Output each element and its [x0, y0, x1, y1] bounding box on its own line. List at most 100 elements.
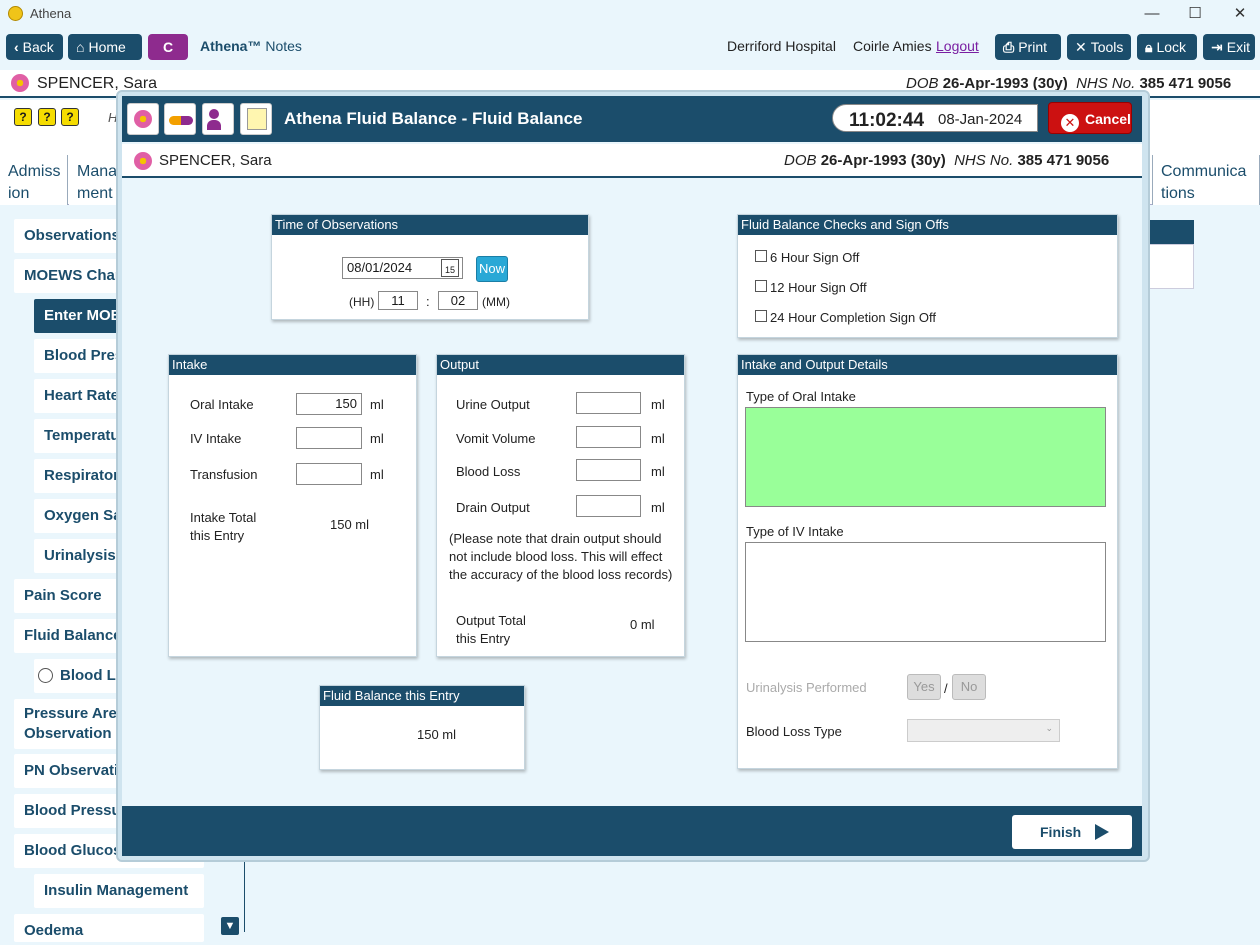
- twelve-hour-label: 12 Hour Sign Off: [770, 280, 867, 295]
- oral-intake-type-label: Type of Oral Intake: [746, 389, 856, 404]
- mm-label: (MM): [482, 295, 510, 309]
- six-hour-checkbox[interactable]: [755, 250, 767, 262]
- calendar-icon[interactable]: 15: [441, 259, 459, 277]
- panel-header: Intake and Output Details: [738, 355, 1117, 375]
- tab-admission[interactable]: Admiss ion: [0, 155, 68, 205]
- blood-loss-input[interactable]: [576, 459, 641, 481]
- blood-loss-type-select[interactable]: ⌄: [907, 719, 1060, 742]
- tools-label: Tools: [1090, 39, 1124, 55]
- oral-intake-label: Oral Intake: [190, 397, 254, 412]
- window-title: Athena: [30, 6, 72, 21]
- panel-header: Time of Observations: [272, 215, 588, 235]
- finish-button[interactable]: Finish: [1012, 815, 1132, 849]
- app-logo-icon: [8, 6, 23, 21]
- flower-icon[interactable]: [127, 103, 159, 135]
- transfusion-input[interactable]: [296, 463, 362, 485]
- drain-output-note: (Please note that drain output should no…: [449, 531, 673, 582]
- tools-icon: ✕: [1075, 39, 1087, 55]
- flower-icon: [134, 152, 152, 170]
- modal-patient-name: SPENCER, Sara: [159, 152, 272, 169]
- twenty-four-hour-label: 24 Hour Completion Sign Off: [770, 310, 936, 325]
- panel-header: Fluid Balance this Entry: [320, 686, 524, 706]
- printer-icon: ⎙: [1003, 39, 1015, 55]
- modal-title: Athena Fluid Balance - Fluid Balance: [284, 109, 583, 128]
- cancel-button[interactable]: ✕ Cancel: [1048, 102, 1132, 134]
- iv-intake-unit: ml: [370, 431, 384, 446]
- brand-sub: Notes: [265, 38, 302, 54]
- print-button[interactable]: ⎙ Print: [995, 34, 1061, 60]
- chevron-down-icon: ⌄: [1045, 723, 1053, 733]
- exit-icon: ⇥: [1211, 39, 1223, 55]
- minimize-button[interactable]: —: [1137, 4, 1167, 24]
- clock-date: 08-Jan-2024: [938, 111, 1023, 128]
- person-icon[interactable]: [202, 103, 234, 135]
- user-name: Coirle Amies: [853, 38, 932, 54]
- c-button[interactable]: C: [148, 34, 188, 60]
- lock-button[interactable]: 🔒︎ Lock: [1137, 34, 1197, 60]
- play-arrow-icon: [1095, 824, 1110, 840]
- brand-name: Athena™: [200, 38, 262, 54]
- sidebar-scroll-down-button[interactable]: ▼: [221, 917, 239, 935]
- output-total-label: Output Total this Entry: [456, 613, 526, 646]
- fluid-balance-value: 150 ml: [417, 727, 457, 742]
- home-button[interactable]: ⌂ Home: [68, 34, 142, 60]
- lock-icon: 🔒︎: [1145, 39, 1153, 55]
- background-divider: [244, 860, 245, 932]
- vomit-volume-unit: ml: [651, 431, 665, 446]
- logout-link[interactable]: Logout: [936, 38, 979, 54]
- output-total-value: 0 ml: [630, 617, 655, 632]
- iv-intake-type-textarea[interactable]: [745, 542, 1106, 642]
- back-button[interactable]: ‹ Back: [6, 34, 63, 60]
- urinalysis-yes-button[interactable]: Yes: [907, 674, 941, 700]
- drain-output-unit: ml: [651, 500, 665, 515]
- tools-button[interactable]: ✕ Tools: [1067, 34, 1131, 60]
- tab-communications[interactable]: Communica tions: [1152, 155, 1260, 205]
- help-icon[interactable]: ?: [38, 108, 56, 126]
- twenty-four-hour-checkbox[interactable]: [755, 310, 767, 322]
- iv-intake-label: IV Intake: [190, 431, 242, 446]
- oral-intake-input[interactable]: 150: [296, 393, 362, 415]
- urinalysis-performed-label: Urinalysis Performed: [746, 680, 867, 695]
- twelve-hour-checkbox[interactable]: [755, 280, 767, 292]
- nhs-value: 385 471 9056: [1139, 75, 1232, 92]
- iv-intake-input[interactable]: [296, 427, 362, 449]
- help-note-icon[interactable]: ?: [61, 108, 79, 126]
- hour-input[interactable]: 11: [378, 291, 418, 310]
- notes-icon[interactable]: [240, 103, 272, 135]
- hh-label: (HH): [349, 295, 375, 309]
- now-button[interactable]: Now: [476, 256, 508, 282]
- urine-output-input[interactable]: [576, 392, 641, 414]
- flower-icon: [11, 74, 29, 92]
- panel-header: Intake: [169, 355, 416, 375]
- urine-output-unit: ml: [651, 397, 665, 412]
- finish-label: Finish: [1040, 824, 1082, 840]
- modal-patient-dob: DOB 26-Apr-1993 (30y) NHS No. 385 471 90…: [784, 152, 1109, 169]
- blood-loss-label: Blood Loss: [456, 464, 521, 479]
- maximize-button[interactable]: ☐: [1180, 4, 1210, 24]
- urinalysis-no-button[interactable]: No: [952, 674, 986, 700]
- close-window-button[interactable]: ✕: [1225, 4, 1255, 24]
- six-hour-label: 6 Hour Sign Off: [770, 250, 860, 265]
- sidebar-item-insulin-management[interactable]: Insulin Management: [34, 874, 204, 908]
- blood-loss-type-label: Blood Loss Type: [746, 724, 842, 739]
- vomit-volume-input[interactable]: [576, 426, 641, 448]
- home-label: Home: [88, 39, 126, 55]
- oral-intake-type-textarea[interactable]: [745, 407, 1106, 507]
- intake-total-label: Intake Total this Entry: [190, 510, 257, 543]
- yes-no-separator: /: [944, 681, 948, 696]
- help-list-icon[interactable]: ?: [14, 108, 32, 126]
- medication-icon[interactable]: [164, 103, 196, 135]
- sidebar-item-oedema[interactable]: Oedema: [14, 914, 204, 942]
- oral-intake-unit: ml: [370, 397, 384, 412]
- iv-intake-type-label: Type of IV Intake: [746, 524, 844, 539]
- cancel-label: Cancel: [1085, 111, 1131, 127]
- minute-input[interactable]: 02: [438, 291, 478, 310]
- time-separator: :: [426, 294, 430, 309]
- app-brand: Athena™ Notes: [200, 38, 302, 54]
- window-title-bar: Athena: [0, 0, 1260, 28]
- chevron-left-icon: ‹: [14, 39, 19, 55]
- print-label: Print: [1018, 39, 1047, 55]
- drain-output-input[interactable]: [576, 495, 641, 517]
- radio-icon: [38, 668, 53, 683]
- exit-button[interactable]: ⇥ Exit: [1203, 34, 1255, 60]
